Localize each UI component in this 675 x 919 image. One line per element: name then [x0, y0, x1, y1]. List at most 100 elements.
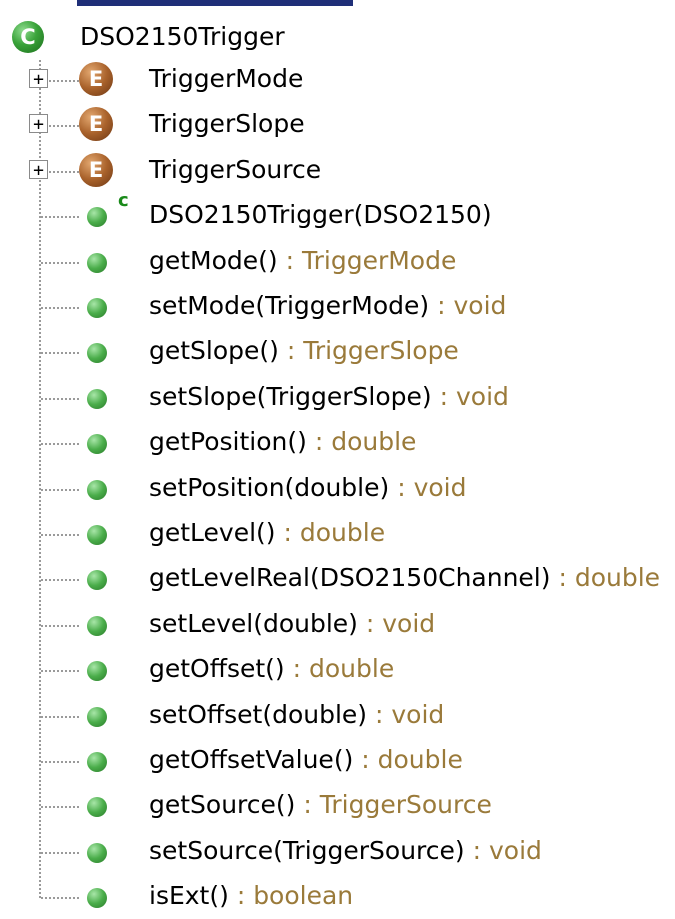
member-signature: setSlope(TriggerSlope) [149, 381, 432, 411]
return-type: : void [429, 291, 507, 320]
return-type: : void [464, 835, 542, 865]
tree-item-label: getLevelReal(DSO2150Channel) : double [149, 563, 660, 592]
member-signature: TriggerSource [149, 154, 322, 184]
tree-connector-line [41, 806, 79, 809]
expand-toggle-icon[interactable]: + [29, 114, 48, 134]
tree-item-label: TriggerSlope [149, 109, 305, 138]
public-method-icon [87, 706, 107, 727]
member-signature: setMode(TriggerMode) [149, 291, 430, 320]
tree-connector-line [41, 397, 79, 400]
expand-toggle-icon[interactable]: + [29, 159, 48, 180]
tree-connector-line [41, 261, 79, 264]
return-type: : TriggerMode [277, 245, 457, 275]
member-signature: TriggerSlope [149, 109, 305, 139]
member-signature: getSlope() [149, 336, 279, 366]
return-type: : void [389, 472, 467, 502]
member-signature: setSource(TriggerSource) [149, 835, 465, 865]
return-type: : void [367, 699, 445, 729]
tree-item-method[interactable]: getSlope() : TriggerSlope [0, 330, 675, 374]
outline-tree: + E TriggerMode + E TriggerSlope + E TriggerSour… [0, 0, 675, 914]
return-type: : boolean [228, 881, 354, 911]
member-signature: setPosition(double) [149, 472, 390, 502]
tree-connector-line [41, 761, 79, 763]
member-signature: getOffset() [149, 654, 285, 684]
return-type: : TriggerSource [295, 790, 492, 820]
member-signature: isExt() [149, 881, 229, 911]
tree-item-method[interactable]: getOffset() : double [0, 648, 675, 692]
tree-item-method[interactable]: isExt() : boolean [0, 875, 675, 919]
tree-item-label: getMode() : TriggerMode [149, 246, 456, 275]
public-method-icon [87, 570, 107, 591]
member-signature: DSO2150Trigger(DSO2150) [149, 200, 492, 230]
enum-icon: E [79, 107, 113, 142]
public-method-icon [87, 661, 107, 682]
member-signature: getSource() [149, 790, 296, 820]
tree-connector-line [41, 897, 79, 900]
tree-item-label: getLevel() : double [149, 518, 385, 547]
tree-item-label: DSO2150Trigger(DSO2150) [149, 200, 492, 229]
public-method-icon [87, 752, 107, 772]
tree-item-method[interactable]: setSlope(TriggerSlope) : void [0, 376, 675, 420]
return-type: : double [284, 654, 395, 684]
tree-item-method[interactable]: getOffsetValue() : double [0, 739, 675, 783]
tree-connector-line [41, 851, 79, 854]
tree-item-enum[interactable]: + E TriggerSlope [0, 103, 675, 147]
tree-item-label: getSource() : TriggerSource [149, 790, 492, 819]
member-signature: setLevel(double) [149, 608, 358, 638]
tree-item-method[interactable]: setLevel(double) : void [0, 603, 675, 647]
member-signature: TriggerMode [149, 64, 304, 93]
tree-item-label: TriggerMode [149, 64, 303, 93]
tree-item-label: TriggerSource [149, 155, 321, 184]
tree-item-method[interactable]: setMode(TriggerMode) : void [0, 285, 675, 329]
tree-item-label: getOffset() : double [149, 654, 394, 683]
expand-toggle-icon[interactable]: + [29, 69, 48, 89]
return-type: : TriggerSlope [278, 336, 459, 366]
tree-item-label: setMode(TriggerMode) : void [149, 291, 506, 320]
tree-item-label: isExt() : boolean [149, 881, 353, 910]
tree-item-method[interactable]: getSource() : TriggerSource [0, 784, 675, 828]
tree-connector-line [41, 443, 79, 446]
public-method-icon [87, 207, 107, 228]
public-method-icon [87, 343, 107, 364]
member-signature: getLevel() [149, 518, 276, 547]
tree-item-label: setPosition(double) : void [149, 473, 467, 502]
public-method-icon [87, 525, 107, 545]
tree-item-method[interactable]: setOffset(double) : void [0, 694, 675, 738]
return-type: : void [431, 381, 509, 411]
tree-item-method[interactable]: getLevelReal(DSO2150Channel) : double [0, 557, 675, 601]
constructor-marker-icon: c [118, 190, 129, 212]
tree-item-method[interactable]: getLevel() : double [0, 512, 675, 556]
return-type: : void [357, 608, 436, 638]
tree-connector-line [41, 624, 79, 627]
enum-icon: E [79, 62, 113, 96]
tree-item-label: setLevel(double) : void [149, 609, 435, 638]
tree-connector-line [41, 670, 79, 673]
tree-item-constructor[interactable]: c DSO2150Trigger(DSO2150) [0, 190, 675, 238]
tree-item-enum[interactable]: + E TriggerMode [0, 58, 675, 102]
tree-item-method[interactable]: getMode() : TriggerMode [0, 240, 675, 284]
tree-item-label: setOffset(double) : void [149, 700, 444, 729]
tree-connector-line [41, 216, 79, 219]
tree-item-enum[interactable]: + E TriggerSource [0, 149, 675, 193]
tree-connector-line [41, 307, 79, 309]
tree-item-method[interactable]: setPosition(double) : void [0, 467, 675, 511]
return-type: : double [306, 427, 417, 457]
member-signature: getLevelReal(DSO2150Channel) [149, 563, 551, 593]
return-type: : double [353, 745, 463, 774]
public-method-icon [87, 434, 107, 455]
tree-item-label: getPosition() : double [149, 427, 416, 456]
return-type: : double [275, 518, 386, 547]
enum-icon: E [79, 152, 113, 187]
tree-connector-line [41, 579, 79, 582]
return-type: : double [550, 563, 661, 593]
public-method-icon [87, 298, 107, 318]
public-method-icon [87, 842, 107, 863]
tree-item-label: setSlope(TriggerSlope) : void [149, 382, 509, 411]
public-method-icon [87, 615, 107, 636]
tree-connector-line [41, 534, 79, 536]
tree-item-method[interactable]: setSource(TriggerSource) : void [0, 830, 675, 874]
public-method-icon [87, 388, 107, 409]
member-signature: getMode() [149, 245, 278, 275]
tree-item-method[interactable]: getPosition() : double [0, 421, 675, 465]
tree-connector-line [41, 488, 79, 491]
